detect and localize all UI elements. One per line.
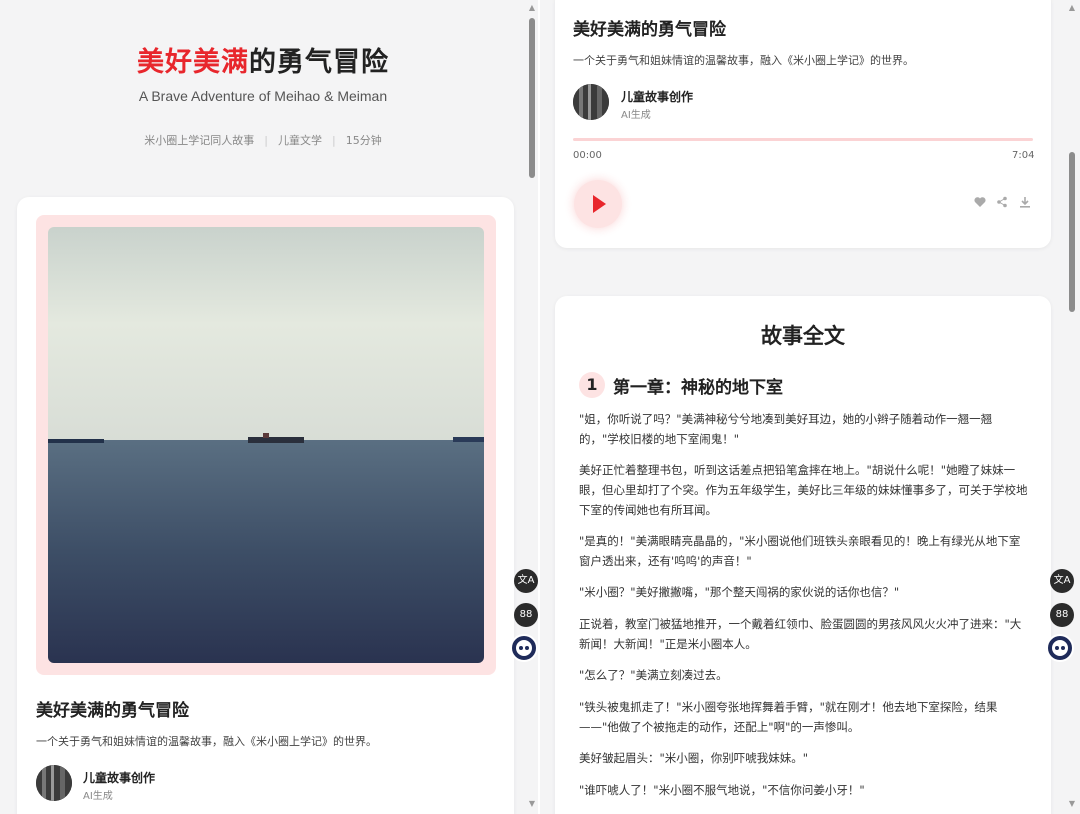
player-story-description: 一个关于勇气和姐妹情谊的温馨故事，融入《米小圈上学记》的世界。 [573, 54, 914, 67]
paragraph: "姐，你听说了吗？"美满神秘兮兮地凑到美好耳边，她的小辫子随着动作一翘一翘的，"… [579, 412, 993, 446]
story-title: 美好美满的勇气冒险 [36, 701, 189, 721]
paragraph: 美好皱起眉头："米小圈，你别吓唬我妹妹。" [579, 751, 809, 765]
paragraph: 正说着，教室门被猛地推开，一个戴着红领巾、脸蛋圆圆的男孩风风火火冲了进来："大新… [579, 617, 1022, 651]
paragraph: "谁吓唬人了！"米小圈不服气地说，"不信你问姜小牙！" [579, 783, 865, 797]
avatar [573, 84, 609, 120]
meta-series: 米小圈上学记同人故事 [144, 134, 255, 147]
meta-separator: | [332, 134, 336, 147]
cover-image [48, 227, 484, 663]
meta-duration: 15分钟 [345, 134, 382, 147]
left-pane: 美好美满的勇气冒险 A Brave Adventure of Meihao & … [0, 0, 538, 814]
author-role: AI生成 [83, 791, 113, 802]
play-button[interactable] [574, 180, 622, 228]
player-author-name[interactable]: 儿童故事创作 [621, 88, 693, 105]
meta-genre: 儿童文学 [278, 134, 322, 147]
paragraph: 美好正忙着整理书包，听到这话差点把铅笔盒摔在地上。"胡说什么呢！"她瞪了妹妹一眼… [579, 463, 1028, 517]
book-title-accent: 美好美满 [137, 47, 249, 78]
book-header: 美好美满的勇气冒险 A Brave Adventure of Meihao & … [0, 0, 526, 190]
audio-player-card: 美好美满的勇气冒险 一个关于勇气和姐妹情谊的温馨故事，融入《米小圈上学记》的世界… [555, 0, 1051, 248]
book-subtitle: A Brave Adventure of Meihao & Meiman [138, 88, 388, 104]
paragraph: "怎么了？"美满立刻凑过去。 [579, 668, 728, 682]
scroll-up-icon[interactable]: ▲ [528, 4, 536, 12]
story-description: 一个关于勇气和姐妹情谊的温馨故事，融入《米小圈上学记》的世界。 [36, 735, 377, 748]
fulltext-heading: 故事全文 [761, 324, 845, 348]
book-title-rest: 的勇气冒险 [249, 47, 389, 78]
meta-separator: | [264, 134, 268, 147]
scroll-down-icon[interactable]: ▼ [528, 800, 536, 808]
paragraph: "铁头被鬼抓走了！"米小圈夸张地挥舞着手臂，"就在刚才！他去地下室探险，结果——… [579, 700, 998, 734]
chapter-title: 第一章：神秘的地下室 [613, 378, 783, 398]
duration: 7:04 [1012, 150, 1035, 161]
right-pane: 美好美满的勇气冒险 一个关于勇气和姐妹情谊的温馨故事，融入《米小圈上学记》的世界… [540, 0, 1080, 814]
paragraph: "米小圈？"美好撇撇嘴，"那个整天闯祸的家伙说的话你也信？" [579, 585, 900, 599]
player-story-title: 美好美满的勇气冒险 [573, 20, 726, 40]
right-scrollbar[interactable]: ▲ ▼ [1066, 0, 1078, 814]
play-icon [593, 195, 606, 213]
scroll-thumb[interactable] [529, 18, 535, 178]
story-text-card: 故事全文 1 第一章：神秘的地下室 "姐，你听说了吗？"美满神秘兮兮地凑到美好耳… [555, 296, 1051, 814]
share-icon[interactable] [995, 196, 1009, 210]
player-author-role: AI生成 [621, 110, 651, 121]
scroll-up-icon[interactable]: ▲ [1068, 4, 1076, 12]
current-time: 00:00 [573, 150, 602, 161]
download-icon[interactable] [1018, 196, 1032, 210]
left-scrollbar[interactable]: ▲ ▼ [526, 0, 538, 814]
scroll-down-icon[interactable]: ▼ [1068, 800, 1076, 808]
progress-bar[interactable] [573, 138, 1033, 141]
book-title: 美好美满的勇气冒险 [0, 40, 526, 79]
author-name[interactable]: 儿童故事创作 [83, 769, 155, 786]
paragraph: "是真的！"美满眼睛亮晶晶的，"米小圈说他们班铁头亲眼看见的！晚上有绿光从地下室… [579, 534, 1021, 568]
scroll-thumb[interactable] [1069, 152, 1075, 312]
chapter-number: 1 [579, 372, 605, 398]
cover-card: 美好美满的勇气冒险 一个关于勇气和姐妹情谊的温馨故事，融入《米小圈上学记》的世界… [17, 197, 514, 814]
book-meta: 米小圈上学记同人故事 | 儿童文学 | 15分钟 [0, 132, 526, 148]
cover-frame [36, 215, 496, 675]
heart-icon[interactable] [973, 196, 987, 210]
avatar [36, 765, 72, 801]
